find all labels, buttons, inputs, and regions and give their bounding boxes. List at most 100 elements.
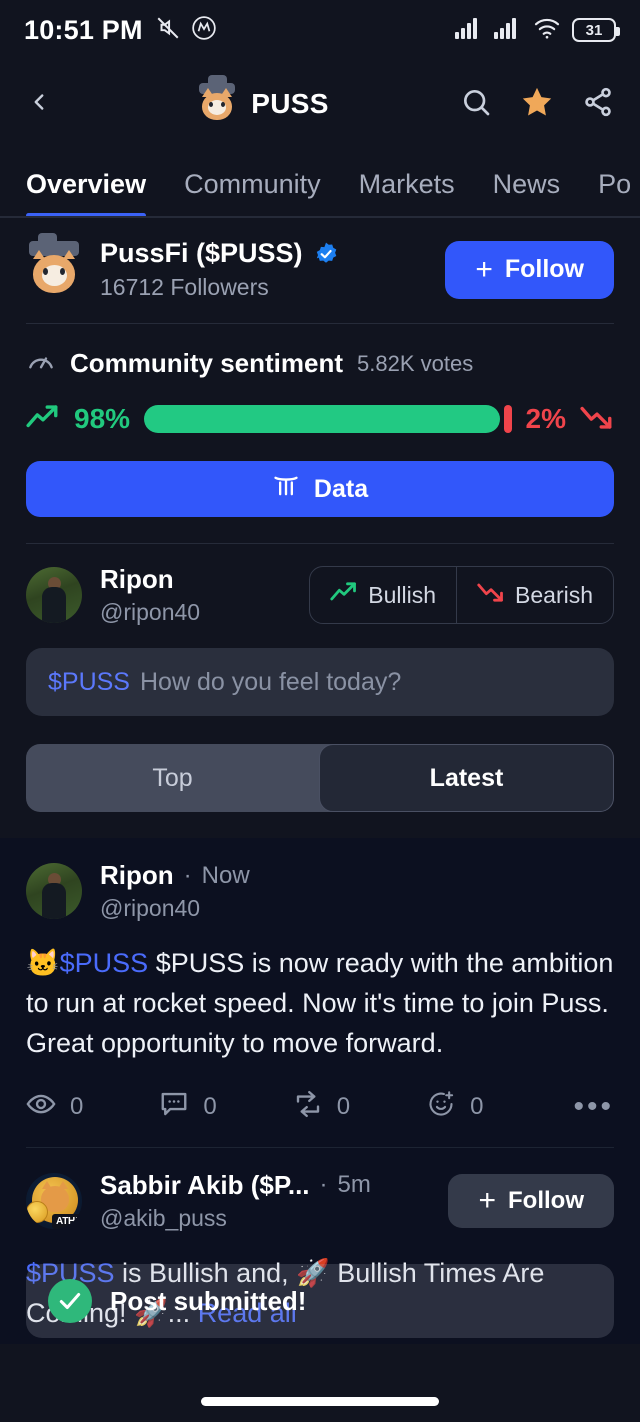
post-follow-button[interactable]: + Follow (448, 1173, 614, 1228)
trend-down-icon (477, 581, 505, 609)
post-author-info: Sabbir Akib ($P... · 5m @akib_puss (100, 1170, 371, 1232)
status-bar: 10:51 PM 31 (0, 0, 640, 60)
wifi-icon (533, 17, 561, 44)
profile-follow-button[interactable]: + Follow (445, 240, 614, 299)
chevron-left-icon (26, 87, 52, 122)
bearish-label: Bearish (515, 581, 593, 608)
post-author-info: Ripon · Now @ripon40 (100, 860, 250, 922)
app-header: PUSS (0, 60, 640, 148)
share-icon[interactable] (582, 86, 614, 123)
profile-avatar[interactable] (26, 232, 82, 298)
bearish-percent: 2% (525, 403, 566, 434)
sentiment-bar-row: 98% 2% (26, 403, 614, 435)
post-repost-button[interactable]: 0 (293, 1090, 350, 1125)
composer-user-handle: @ripon40 (100, 599, 201, 625)
composer-user-row: Ripon @ripon40 Bullish Bearish (0, 544, 640, 626)
eye-icon (26, 1091, 56, 1124)
bullish-percent: 98% (74, 403, 131, 434)
tab-community[interactable]: Community (184, 169, 321, 218)
post-timestamp: Now (201, 861, 250, 889)
profile-name: PussFi ($PUSS) (100, 238, 303, 268)
verified-badge-icon (313, 241, 339, 267)
battery-icon: 31 (572, 18, 620, 42)
home-indicator (201, 1397, 439, 1406)
tab-bar: Overview Community Markets News Po (0, 148, 640, 218)
battery-level: 31 (585, 21, 603, 39)
signal-icon (455, 17, 483, 44)
post-repost-count: 0 (336, 1093, 351, 1121)
composer-cashtag: $PUSS (48, 667, 130, 696)
data-button-label: Data (313, 474, 369, 503)
post-separator: · (183, 861, 192, 889)
composer-placeholder: How do you feel today? (139, 667, 402, 696)
post-author-handle: @akib_puss (100, 1204, 227, 1231)
sentiment-title: Community sentiment (70, 348, 344, 378)
mute-icon (155, 15, 181, 46)
post-author-handle: @ripon40 (100, 895, 201, 921)
post-item: Ripon · Now @ripon40 🐱$PUSS $PUSS is now… (0, 838, 640, 1147)
check-circle-icon (48, 1279, 92, 1323)
header-title-group: PUSS (66, 75, 460, 124)
post-author-name[interactable]: Ripon (100, 860, 174, 891)
sentiment-vote-group: Bullish Bearish (309, 566, 614, 624)
trend-up-icon (26, 404, 60, 435)
avatar-badge: ATH! (52, 1213, 82, 1229)
app-screen: 10:51 PM 31 PUSS Overview Community Mark… (0, 0, 640, 1422)
feed-filter-latest[interactable]: Latest (319, 744, 614, 812)
post-body: 🐱$PUSS $PUSS is now ready with the ambit… (26, 944, 614, 1064)
more-dots-icon[interactable]: ••• (573, 1090, 614, 1124)
post-cashtag[interactable]: $PUSS (60, 948, 149, 978)
bullish-button[interactable]: Bullish (310, 567, 456, 623)
post-views-button[interactable]: 0 (26, 1091, 83, 1124)
bearish-button[interactable]: Bearish (456, 567, 613, 623)
data-button[interactable]: Data (26, 461, 614, 517)
composer-user-name: Ripon (100, 564, 174, 594)
gauge-icon (26, 346, 56, 381)
page-title: PUSS (251, 88, 329, 119)
profile-info: PussFi ($PUSS) 16712 Followers (100, 238, 339, 301)
post-header: ATH! Sabbir Akib ($P... · 5m @akib_puss … (26, 1170, 614, 1232)
search-icon[interactable] (460, 86, 492, 123)
reaction-icon (426, 1090, 456, 1125)
back-button[interactable] (26, 87, 66, 122)
bullish-label: Bullish (368, 581, 437, 608)
profile-followers: 16712 Followers (100, 274, 269, 300)
tab-overview[interactable]: Overview (26, 169, 147, 218)
post-reaction-count: 0 (470, 1093, 484, 1121)
comment-icon (159, 1090, 189, 1125)
sentiment-votes: 5.82K votes (357, 350, 474, 376)
tab-news[interactable]: News (493, 169, 561, 218)
trend-down-icon (580, 404, 614, 435)
post-reaction-button[interactable]: 0 (426, 1090, 483, 1125)
composer-avatar[interactable] (26, 567, 82, 623)
cat-with-hat-avatar (197, 75, 237, 124)
tab-posts[interactable]: Po (598, 169, 631, 218)
repost-icon (293, 1090, 323, 1125)
post-author-name[interactable]: Sabbir Akib ($P... (100, 1170, 310, 1201)
star-icon[interactable] (520, 85, 554, 124)
status-bar-right-icons: 31 (455, 17, 620, 44)
post-emoji: 🐱 (26, 948, 60, 978)
plus-icon: + (478, 1183, 497, 1217)
trend-up-icon (330, 581, 358, 609)
post-comment-count: 0 (203, 1093, 217, 1121)
post-avatar[interactable]: ATH! (26, 1172, 82, 1229)
feed-filter-toggle: Top Latest (26, 744, 614, 812)
plus-icon: + (475, 252, 493, 286)
signal-2-icon (494, 17, 522, 44)
toast-notification: Post submitted! (26, 1264, 614, 1338)
post-comment-button[interactable]: 0 (159, 1090, 217, 1125)
feed-filter-top[interactable]: Top (26, 744, 319, 812)
profile-row: PussFi ($PUSS) 16712 Followers + Follow (0, 218, 640, 323)
follow-label: Follow (508, 1186, 584, 1214)
sentiment-bar-bearish (504, 405, 512, 433)
status-bar-left-icons (155, 15, 217, 46)
bar-chart-icon (272, 472, 300, 507)
post-avatar[interactable] (26, 863, 82, 919)
post-separator: · (319, 1171, 328, 1199)
post-timestamp: 5m (337, 1171, 371, 1199)
sentiment-header: Community sentiment 5.82K votes (26, 346, 614, 381)
tab-markets[interactable]: Markets (359, 169, 455, 218)
post-composer-input[interactable]: $PUSS How do you feel today? (26, 648, 614, 716)
header-actions (460, 85, 614, 124)
